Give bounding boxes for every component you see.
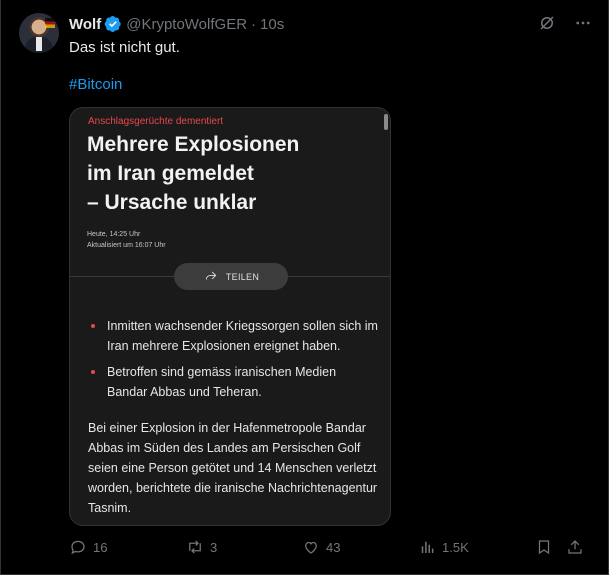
updated-time: Aktualisiert um 16:07 Uhr: [87, 242, 166, 249]
more-icon[interactable]: [574, 14, 592, 32]
article-kicker: Anschlagsgerüchte dementiert: [88, 116, 224, 127]
separator-dot: ·: [251, 15, 257, 33]
repost-button[interactable]: 3: [186, 538, 217, 556]
like-icon: [305, 541, 317, 554]
tweet-actions: 16 3 43 1.5K: [69, 538, 599, 558]
share-button[interactable]: [566, 538, 584, 556]
like-button[interactable]: 43: [302, 538, 340, 556]
views-button[interactable]: 1.5K: [418, 538, 469, 556]
share-article-button: TEILEN: [174, 263, 288, 290]
grok-icon[interactable]: [538, 14, 556, 32]
headline-line: – Ursache unklar: [87, 191, 257, 214]
tweet-text: Das ist nicht gut.: [69, 39, 180, 56]
repost-count: 3: [210, 539, 218, 555]
hashtag-link[interactable]: #Bitcoin: [69, 76, 122, 93]
verified-badge-icon: [104, 15, 122, 33]
reply-count: 16: [93, 539, 108, 555]
bookmark-icon: [538, 540, 550, 555]
share-icon: [568, 540, 582, 554]
avatar[interactable]: [19, 13, 59, 53]
bullet-item: Inmitten wachsender Kriegssorgen sollen …: [89, 316, 379, 356]
tweet[interactable]: Wolf @KryptoWolfGER · 10s Das ist nicht …: [0, 0, 609, 575]
timestamp[interactable]: 10s: [260, 16, 284, 33]
tweet-header: Wolf @KryptoWolfGER · 10s: [69, 14, 284, 34]
header-actions: [538, 14, 592, 32]
bullet-item: Betroffen sind gemäss iranischen Medien …: [89, 362, 379, 402]
headline-line: im Iran gemeldet: [87, 162, 254, 185]
repost-icon: [189, 540, 201, 554]
article-headline: Mehrere Explosionen im Iran gemeldet – U…: [87, 130, 382, 217]
avatar-shirt: [36, 37, 42, 51]
author-handle[interactable]: @KryptoWolfGER: [126, 16, 247, 33]
article-paragraph: Bei einer Explosion in der Hafenmetropol…: [88, 421, 378, 515]
views-icon: [421, 541, 434, 553]
article-bullets: Inmitten wachsender Kriegssorgen sollen …: [89, 316, 379, 408]
reply-icon: [71, 540, 85, 555]
headline-line: Mehrere Explosionen: [87, 133, 300, 156]
author-name[interactable]: Wolf: [69, 16, 101, 33]
reply-button[interactable]: 16: [69, 538, 107, 556]
flag-decoration: [45, 18, 55, 28]
share-label: TEILEN: [225, 271, 260, 282]
article-meta: Heute, 14:25 Uhr Aktualisiert um 16:07 U…: [87, 229, 166, 251]
card-scrollbar: [384, 114, 388, 130]
article-image[interactable]: Anschlagsgerüchte dementiert Mehrere Exp…: [69, 107, 391, 526]
published-time: Heute, 14:25 Uhr: [87, 231, 141, 238]
like-count: 43: [326, 539, 341, 555]
views-count: 1.5K: [442, 539, 469, 555]
share-arrow-icon: [203, 269, 219, 285]
bookmark-button[interactable]: [535, 538, 553, 556]
